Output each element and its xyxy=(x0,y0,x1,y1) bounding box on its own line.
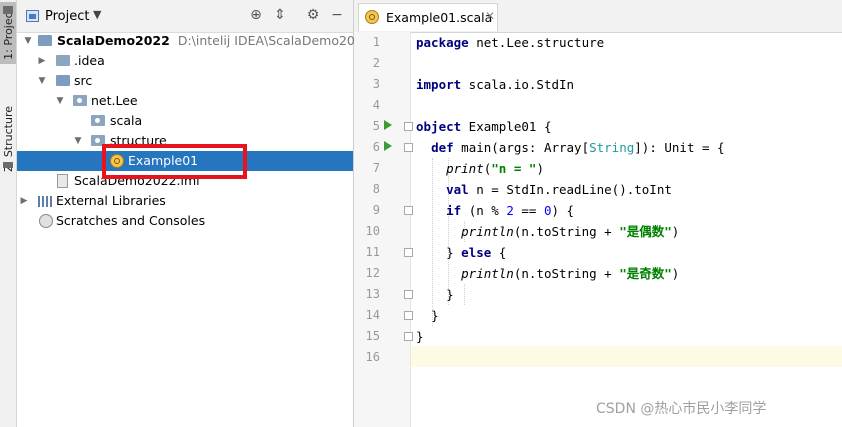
line-number: 1 xyxy=(372,35,380,49)
scala-file-icon xyxy=(365,10,379,24)
annotation-highlight-box xyxy=(102,144,247,179)
line-number: 2 xyxy=(372,56,380,70)
line-number: 14 xyxy=(365,308,380,322)
indent-guide xyxy=(464,284,466,305)
tree-item-label: ScalaDemo2022 D:\intelij IDEA\ScalaDemo20… xyxy=(57,33,371,48)
tree-item-scala[interactable]: scala xyxy=(17,111,353,131)
tree-item-label: src xyxy=(74,73,93,88)
collapsed-arrow-icon[interactable]: ▶ xyxy=(19,191,29,211)
tab-label: Example01.scala xyxy=(386,10,493,25)
code-line-1: package net.Lee.structure xyxy=(416,35,605,50)
code-line-10: println(n.toString + "是偶数") xyxy=(461,224,680,239)
project-panel-header: Project ▼ ⊕ ⇕ ⚙ − xyxy=(17,0,353,33)
code-line-15: } xyxy=(416,329,424,344)
line-number: 7 xyxy=(372,161,380,175)
library-icon xyxy=(38,196,52,207)
code-editor[interactable]: package net.Lee.structure import scala.i… xyxy=(411,32,842,427)
package-icon xyxy=(91,115,105,126)
collapsed-arrow-icon[interactable]: ▶ xyxy=(37,51,47,71)
tree-item-module[interactable]: ▼ ScalaDemo2022 D:\intelij IDEA\ScalaDemo… xyxy=(17,31,371,51)
code-line-5: object Example01 { xyxy=(416,119,552,134)
structure-tool-tab[interactable]: Z: Structure xyxy=(0,96,16,176)
line-number: 5 xyxy=(372,119,380,133)
tree-item-label: .idea xyxy=(74,53,105,68)
expand-arrow-icon[interactable]: ▼ xyxy=(55,91,65,111)
structure-icon xyxy=(3,162,13,168)
code-line-8: val n = StdIn.readLine().toInt xyxy=(446,182,672,197)
line-number: 16 xyxy=(365,350,380,364)
code-line-14: } xyxy=(431,308,439,323)
line-number: 8 xyxy=(372,182,380,196)
run-icon[interactable] xyxy=(384,141,392,151)
project-icon xyxy=(26,10,39,22)
code-line-7: print("n = ") xyxy=(446,161,544,176)
module-path: D:\intelij IDEA\ScalaDemo2022 xyxy=(177,33,371,48)
folder-icon xyxy=(3,6,13,14)
project-view-selector[interactable]: Project xyxy=(45,9,89,24)
current-line-highlight xyxy=(411,346,842,367)
code-line-9: if (n % 2 == 0) { xyxy=(446,203,575,218)
target-icon[interactable]: ⊕ xyxy=(248,7,264,23)
editor-tab[interactable]: Example01.scala ✕ xyxy=(358,3,498,31)
watermark: CSDN @热心市民小李同学 xyxy=(596,401,767,417)
line-number: 11 xyxy=(365,245,380,259)
collapse-icon[interactable]: ⇕ xyxy=(272,7,288,23)
code-line-11: } else { xyxy=(446,245,507,260)
line-number: 3 xyxy=(372,77,380,91)
tree-item-label: scala xyxy=(110,113,143,128)
tree-item-scratches[interactable]: Scratches and Consoles xyxy=(17,211,353,231)
tree-item-net-lee[interactable]: ▼ net.Lee xyxy=(17,91,353,111)
run-icon[interactable] xyxy=(384,120,392,130)
tree-item-src[interactable]: ▼ src xyxy=(17,71,353,91)
line-number: 12 xyxy=(365,266,380,280)
line-number: 4 xyxy=(372,98,380,112)
chevron-down-icon[interactable]: ▼ xyxy=(93,8,101,21)
package-icon xyxy=(73,95,87,106)
iml-file-icon xyxy=(57,174,68,188)
source-folder-icon xyxy=(56,75,70,86)
tree-item-label: Scratches and Consoles xyxy=(56,213,206,228)
tree-item-idea[interactable]: ▶ .idea xyxy=(17,51,353,71)
line-number: 6 xyxy=(372,140,380,154)
folder-icon xyxy=(56,55,70,66)
editor-tab-bar: Example01.scala ✕ xyxy=(354,0,842,33)
project-tool-tab[interactable]: 1: Project xyxy=(0,2,16,64)
line-number: 10 xyxy=(365,224,380,238)
tree-item-label: net.Lee xyxy=(91,93,138,108)
expand-arrow-icon[interactable]: ▼ xyxy=(23,31,33,51)
code-line-3: import scala.io.StdIn xyxy=(416,77,575,92)
line-number: 15 xyxy=(365,329,380,343)
code-line-6: def main(args: Array[String]): Unit = { xyxy=(431,140,725,155)
tree-item-label: External Libraries xyxy=(56,193,166,208)
gear-icon[interactable]: ⚙ xyxy=(305,7,321,23)
scratches-icon xyxy=(39,214,53,228)
tool-window-strip: 1: Project Z: Structure xyxy=(0,0,17,427)
expand-arrow-icon[interactable]: ▼ xyxy=(73,131,83,151)
project-panel: Project ▼ ⊕ ⇕ ⚙ − ▼ ScalaDemo2022 D:\inte… xyxy=(17,0,371,427)
code-line-13: } xyxy=(446,287,454,302)
close-icon[interactable]: ✕ xyxy=(485,9,495,23)
editor-gutter: 1 2 3 4 5 6 7 8 9 10 11 12 13 14 15 16 xyxy=(354,32,413,427)
module-folder-icon xyxy=(38,35,52,46)
line-number: 9 xyxy=(372,203,380,217)
tree-item-external-libraries[interactable]: ▶ External Libraries xyxy=(17,191,353,211)
minimize-icon[interactable]: − xyxy=(329,7,345,23)
line-number: 13 xyxy=(365,287,380,301)
code-line-12: println(n.toString + "是奇数") xyxy=(461,266,680,281)
expand-arrow-icon[interactable]: ▼ xyxy=(37,71,47,91)
project-tool-label: 1: Project xyxy=(2,8,15,60)
